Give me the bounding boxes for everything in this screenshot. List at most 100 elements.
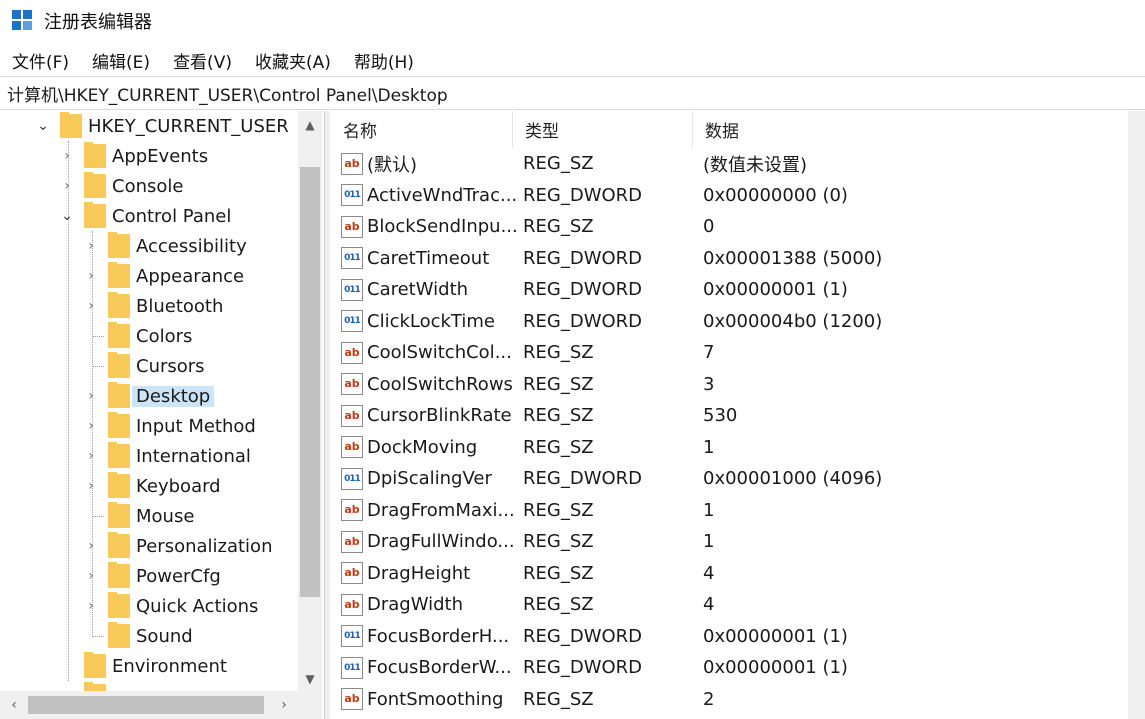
- chevron-right-icon[interactable]: ›: [84, 568, 98, 584]
- value-type: REG_SZ: [523, 216, 594, 237]
- value-name: CoolSwitchRows: [367, 373, 513, 395]
- chevron-right-icon[interactable]: ›: [84, 388, 98, 404]
- chevron-down-icon[interactable]: ⌄: [60, 208, 74, 224]
- value-data: 3: [703, 373, 715, 395]
- tree-item-powercfg[interactable]: › PowerCfg: [84, 561, 221, 591]
- scrollbar-thumb[interactable]: [300, 167, 320, 597]
- chevron-right-icon[interactable]: ›: [84, 238, 98, 254]
- value-name: CaretTimeout: [367, 247, 490, 269]
- value-type: REG_DWORD: [523, 279, 643, 300]
- value-type: REG_SZ: [523, 342, 594, 363]
- folder-icon: [108, 622, 130, 648]
- value-row[interactable]: ab CoolSwitchCol... REG_SZ 7: [331, 337, 1131, 368]
- tree-item-cursors[interactable]: Cursors: [84, 351, 205, 381]
- value-name: FontSmoothing: [367, 688, 504, 710]
- chevron-right-icon[interactable]: ›: [84, 448, 98, 464]
- scroll-down-icon[interactable]: ▼: [298, 667, 322, 691]
- tree-item-control-panel[interactable]: ⌄ Control Panel: [60, 201, 231, 231]
- tree-item-console[interactable]: › Console: [60, 171, 183, 201]
- address-bar[interactable]: 计算机\HKEY_CURRENT_USER\Control Panel\Desk…: [0, 76, 1145, 110]
- value-row[interactable]: ab CursorBlinkRate REG_SZ 530: [331, 400, 1131, 431]
- value-row[interactable]: ab CoolSwitchRows REG_SZ 3: [331, 369, 1131, 400]
- chevron-right-icon[interactable]: ›: [84, 478, 98, 494]
- menu-help[interactable]: 帮助(H): [342, 48, 425, 73]
- column-header-data[interactable]: 数据: [693, 111, 1143, 148]
- value-row[interactable]: 011 ActiveWndTrac... REG_DWORD 0x00000000 (…: [331, 180, 1131, 211]
- tree-item-desktop[interactable]: › Desktop: [84, 381, 215, 411]
- tree-vertical-scrollbar[interactable]: ▲ ▼: [298, 111, 322, 691]
- value-row[interactable]: ab BlockSendInpu... REG_SZ 0: [331, 211, 1131, 242]
- tree-item-international[interactable]: › International: [84, 441, 251, 471]
- value-name: ClickLockTime: [367, 310, 495, 332]
- string-value-icon: ab: [341, 499, 363, 521]
- dword-value-icon: 011: [341, 278, 363, 301]
- scroll-left-icon[interactable]: ‹: [2, 691, 26, 719]
- scrollbar-thumb[interactable]: [28, 696, 264, 714]
- value-data: 1: [703, 531, 715, 552]
- value-row[interactable]: ab DragHeight REG_SZ 4: [331, 558, 1131, 589]
- value-name: DragFullWindo...: [367, 531, 515, 552]
- value-row[interactable]: ab FontSmoothing REG_SZ 2: [331, 684, 1131, 715]
- value-row[interactable]: 011 ClickLockTime REG_DWORD 0x000004b0 (120…: [331, 306, 1131, 337]
- tree-item-input-method[interactable]: › Input Method: [84, 411, 256, 441]
- value-row[interactable]: ab DockMoving REG_SZ 1: [331, 432, 1131, 463]
- tree-item-label: Bluetooth: [136, 295, 224, 317]
- tree-item-label: Input Method: [136, 415, 256, 437]
- tree-item-sound[interactable]: Sound: [84, 621, 193, 651]
- values-scrollbar[interactable]: [1128, 111, 1145, 719]
- chevron-right-icon[interactable]: ›: [84, 268, 98, 284]
- menu-file[interactable]: 文件(F): [0, 48, 80, 73]
- value-type: REG_DWORD: [523, 310, 643, 332]
- tree-item-label: Mouse: [136, 505, 195, 527]
- value-name: CursorBlinkRate: [367, 405, 512, 426]
- column-header-name[interactable]: 名称: [331, 111, 513, 148]
- value-type: REG_SZ: [523, 405, 594, 426]
- tree-item-colors[interactable]: Colors: [84, 321, 192, 351]
- chevron-right-icon[interactable]: ›: [84, 298, 98, 314]
- tree-item-accessibility[interactable]: › Accessibility: [84, 231, 247, 261]
- menu-favorites[interactable]: 收藏夹(A): [243, 48, 342, 73]
- folder-icon: [84, 172, 106, 198]
- value-type: REG_DWORD: [523, 625, 643, 647]
- menu-edit[interactable]: 编辑(E): [80, 48, 161, 73]
- value-data: 4: [703, 594, 715, 615]
- tree-item-mouse[interactable]: Mouse: [84, 501, 194, 531]
- tree-item-appevents[interactable]: › AppEvents: [60, 141, 208, 171]
- value-row[interactable]: ab DragFromMaxi... REG_SZ 1: [331, 495, 1131, 526]
- value-row[interactable]: 011 CaretTimeout REG_DWORD 0x00001388 (5000…: [331, 243, 1131, 274]
- column-header-type[interactable]: 类型: [513, 111, 693, 148]
- chevron-right-icon[interactable]: ›: [84, 598, 98, 614]
- tree-item-keyboard[interactable]: › Keyboard: [84, 471, 221, 501]
- chevron-right-icon[interactable]: ›: [60, 148, 74, 164]
- dword-value-icon: 011: [341, 467, 363, 490]
- value-row[interactable]: ab DragFullWindo... REG_SZ 1: [331, 526, 1131, 557]
- chevron-right-icon[interactable]: ›: [84, 418, 98, 434]
- scroll-up-icon[interactable]: ▲: [298, 113, 322, 137]
- string-value-icon: ab: [341, 562, 363, 584]
- tree-item-appearance[interactable]: › Appearance: [84, 261, 244, 291]
- tree-item-personalization[interactable]: › Personalization: [84, 531, 272, 561]
- tree-item-label: Appearance: [136, 265, 245, 287]
- pane-splitter[interactable]: [324, 111, 330, 719]
- value-row[interactable]: 011 CaretWidth REG_DWORD 0x00000001 (1): [331, 274, 1131, 305]
- value-row[interactable]: ab (默认) REG_SZ (数值未设置): [331, 148, 1131, 179]
- value-data: 0: [703, 216, 715, 237]
- tree-horizontal-scrollbar[interactable]: ‹ ›: [0, 691, 322, 719]
- title-bar: 注册表编辑器: [0, 0, 1145, 42]
- value-row[interactable]: ab DragWidth REG_SZ 4: [331, 589, 1131, 620]
- tree-item-quick-actions[interactable]: › Quick Actions: [84, 591, 258, 621]
- tree-item-root[interactable]: ⌄ HKEY_CURRENT_USER: [36, 111, 289, 141]
- value-row[interactable]: 011 FocusBorderW... REG_DWORD 0x00000001 (1…: [331, 652, 1131, 683]
- tree-item-bluetooth[interactable]: › Bluetooth: [84, 291, 223, 321]
- chevron-down-icon[interactable]: ⌄: [36, 118, 50, 134]
- chevron-right-icon[interactable]: ›: [60, 178, 74, 194]
- scroll-right-icon[interactable]: ›: [272, 691, 296, 719]
- value-name: (默认): [367, 154, 418, 176]
- tree-item-label: Environment: [112, 655, 227, 677]
- menu-view[interactable]: 查看(V): [161, 48, 243, 73]
- chevron-right-icon[interactable]: ›: [84, 538, 98, 554]
- value-row[interactable]: 011 FocusBorderH... REG_DWORD 0x00000001 (1…: [331, 621, 1131, 652]
- value-row[interactable]: 011 DpiScalingVer REG_DWORD 0x00001000 (409…: [331, 463, 1131, 494]
- value-name: DockMoving: [367, 436, 478, 458]
- tree-item-environment[interactable]: Environment: [60, 651, 227, 681]
